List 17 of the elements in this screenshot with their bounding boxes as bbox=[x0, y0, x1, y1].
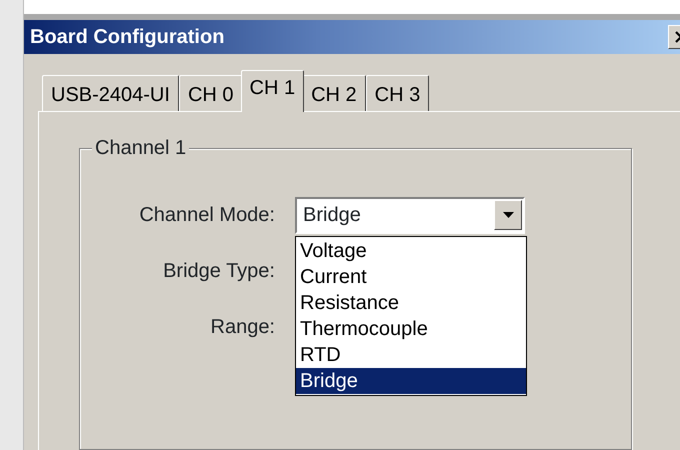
tab[interactable]: CH 3 bbox=[366, 75, 430, 111]
window-title: Board Configuration bbox=[30, 25, 224, 50]
caret-icon bbox=[502, 212, 514, 218]
dropdown-option[interactable]: Current bbox=[296, 264, 526, 290]
dropdown-option[interactable]: Thermocouple bbox=[296, 316, 526, 342]
dropdown-button[interactable] bbox=[494, 200, 522, 230]
tab[interactable]: CH 0 bbox=[178, 75, 243, 111]
dropdown-option[interactable]: Resistance bbox=[296, 290, 526, 316]
field-label: Bridge Type: bbox=[162, 259, 275, 284]
dropdown-option[interactable]: Voltage bbox=[296, 238, 526, 264]
field-label: Channel Mode: bbox=[138, 203, 275, 228]
dropdown-option[interactable]: Bridge bbox=[296, 368, 526, 394]
tab[interactable]: CH 2 bbox=[302, 75, 366, 111]
dropdown-option[interactable]: RTD bbox=[296, 342, 526, 368]
tab[interactable]: CH 1 bbox=[240, 70, 304, 112]
field-label: Range: bbox=[210, 315, 275, 340]
tab[interactable]: USB-2404-UI bbox=[42, 75, 179, 111]
